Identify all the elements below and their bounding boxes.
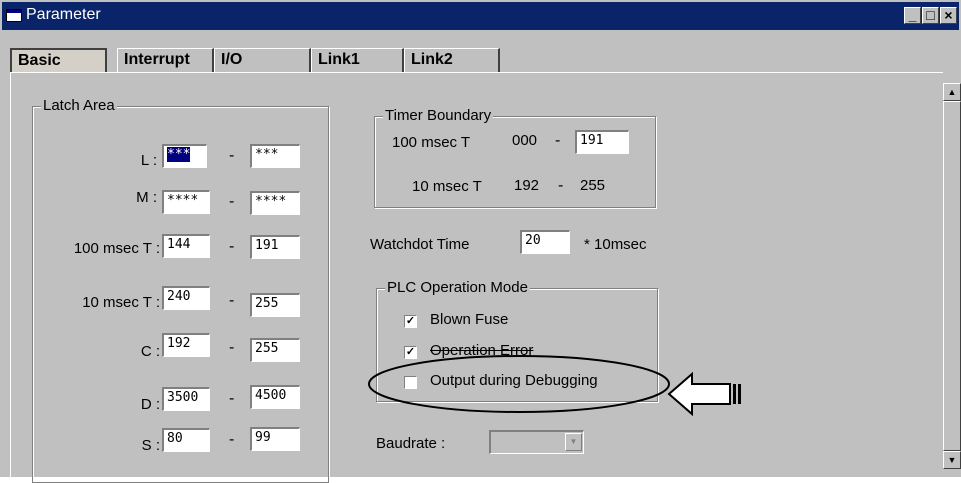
highlight-ellipse — [368, 355, 670, 413]
parameter-window: Parameter _ □ × Basic Interrupt I/O Link… — [0, 0, 961, 483]
pointer-arrow-icon — [667, 371, 741, 417]
annotation-overlay — [368, 355, 741, 417]
